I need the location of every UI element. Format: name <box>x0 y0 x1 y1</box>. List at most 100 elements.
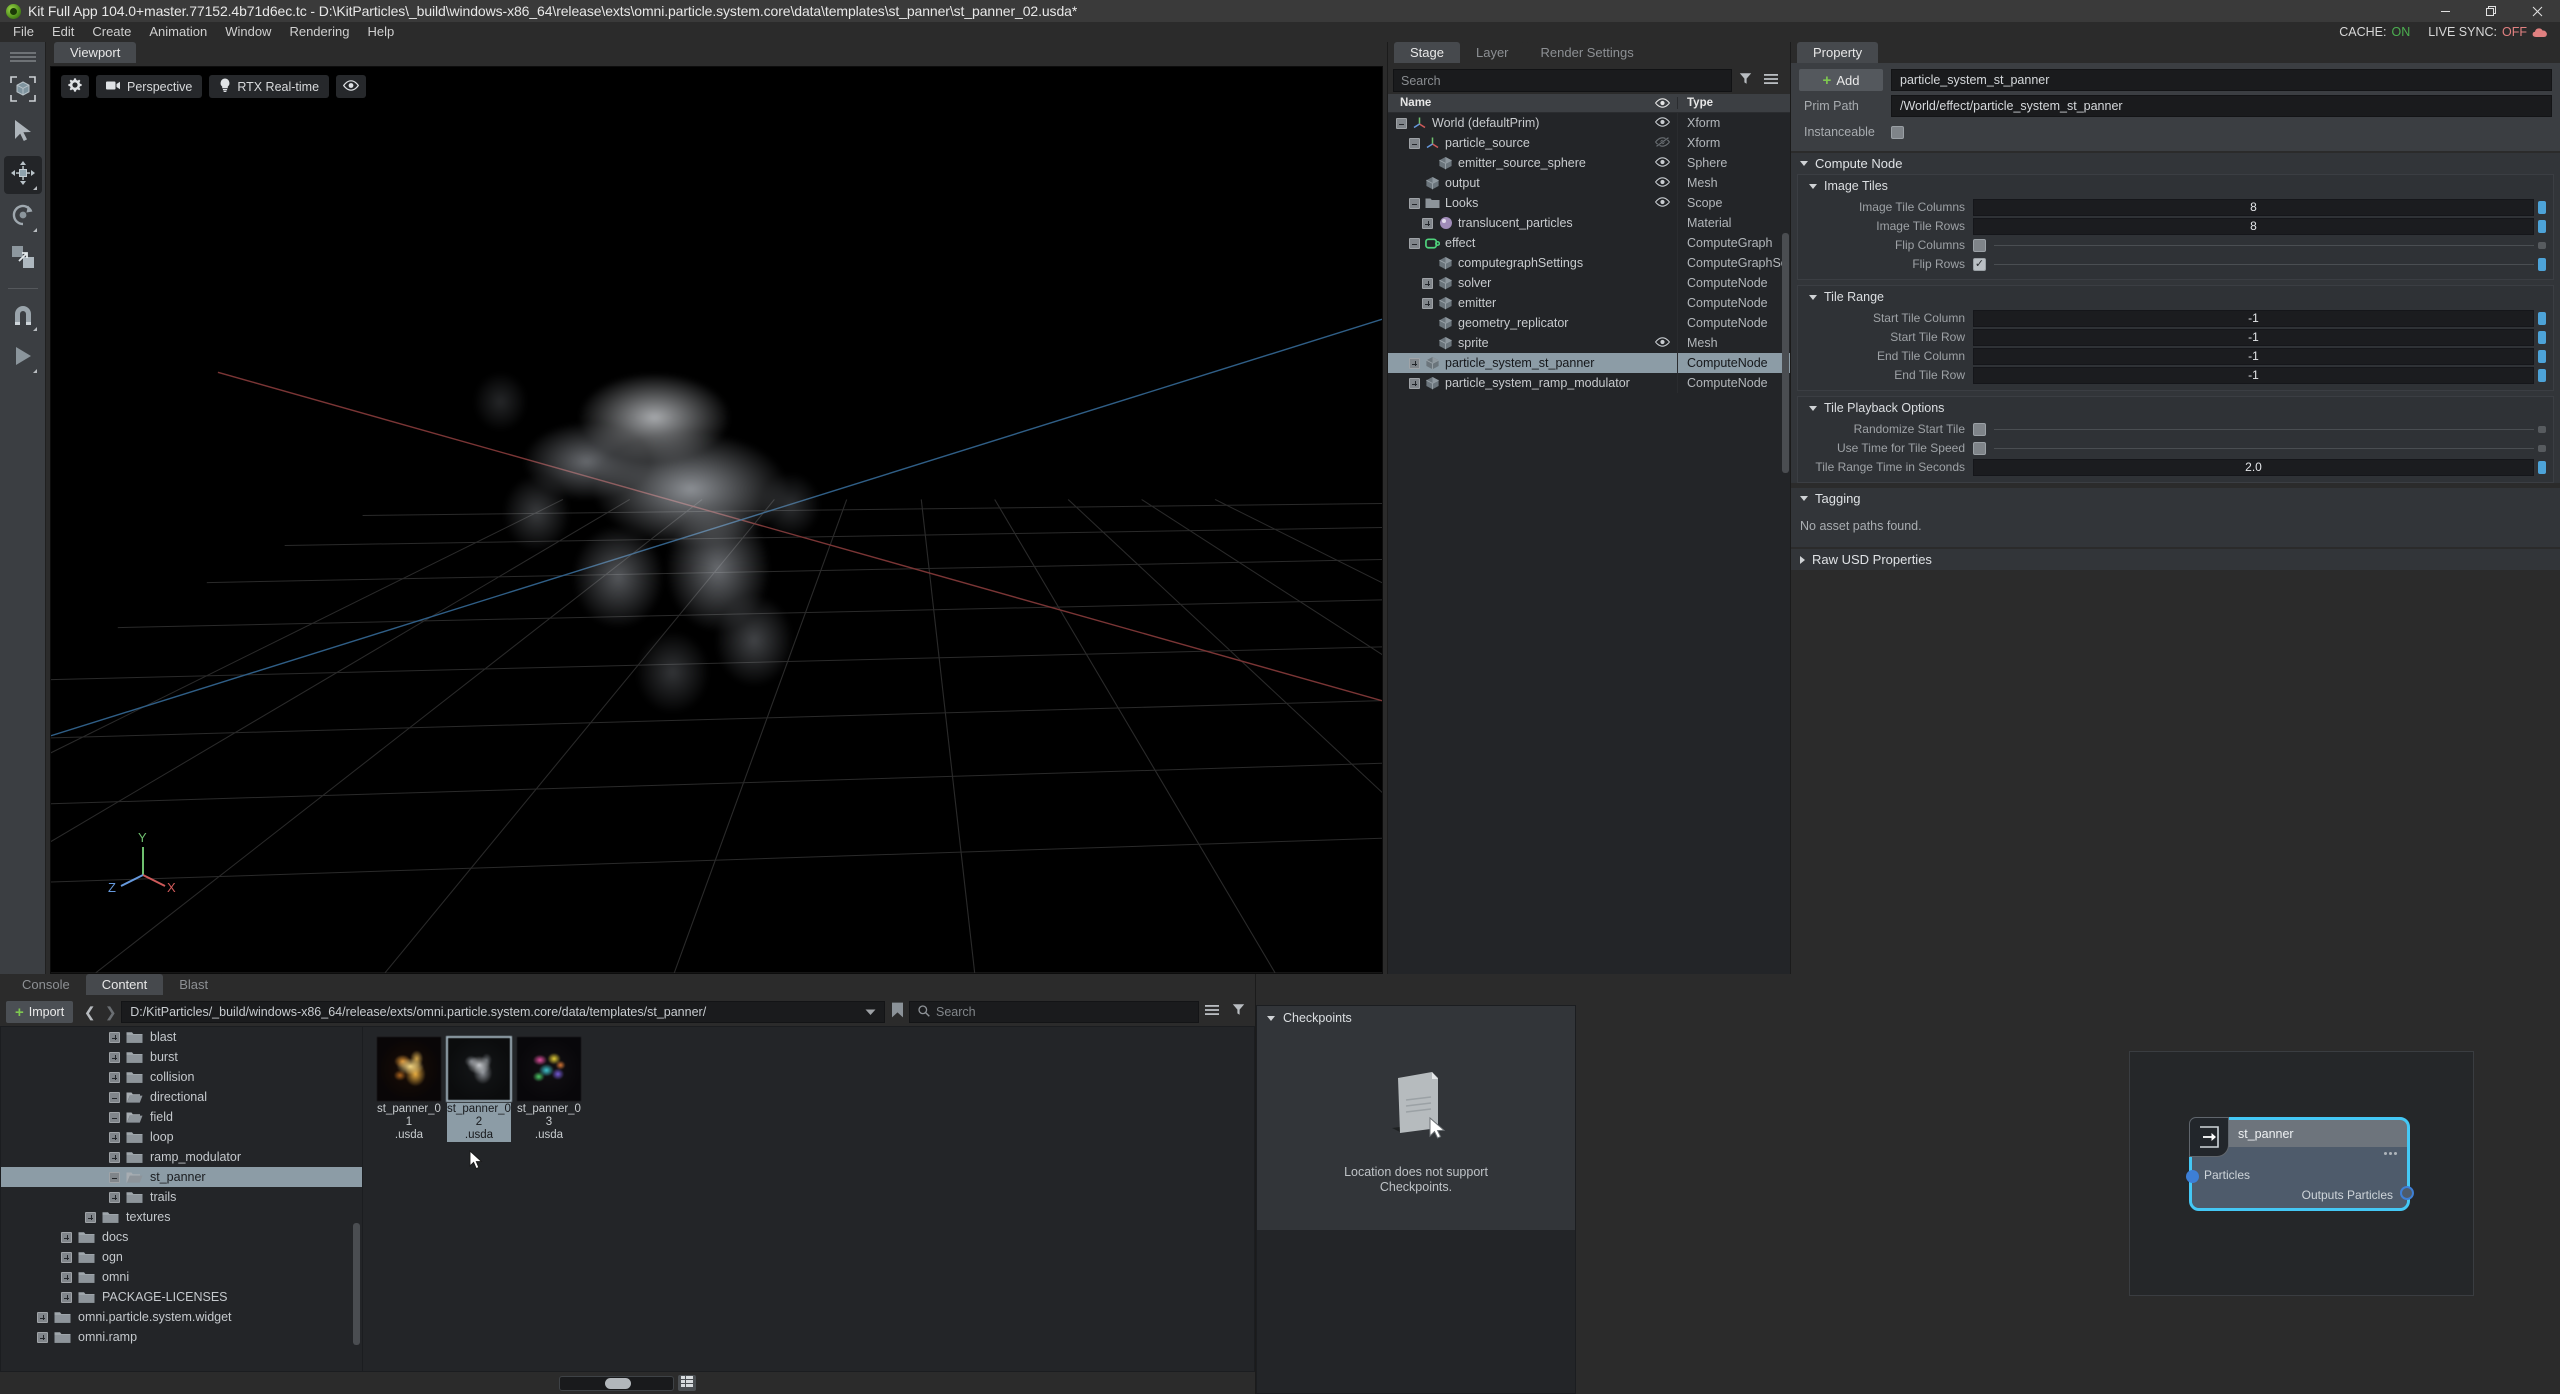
field-start-tile-row-input[interactable]: -1 <box>1973 328 2534 346</box>
expand-icon[interactable] <box>61 1291 72 1303</box>
tab-layer[interactable]: Layer <box>1459 42 1525 63</box>
expand-icon[interactable] <box>85 1211 96 1223</box>
folder-tree[interactable]: blast burst collision directional field loop r… <box>0 1026 363 1372</box>
section-header-tagging[interactable]: Tagging <box>1791 488 2560 509</box>
field-end-tile-column-input[interactable]: -1 <box>1973 347 2534 365</box>
thumbnail-st-panner-02[interactable]: st_panner_02 .usda <box>446 1036 512 1142</box>
select-bounds-tool[interactable] <box>4 72 42 110</box>
menu-animation[interactable]: Animation <box>140 22 216 42</box>
restore-button[interactable] <box>2468 0 2514 22</box>
stage-row-sprite[interactable]: sprite Mesh <box>1388 333 1790 353</box>
stage-search-input[interactable]: Search <box>1393 69 1732 92</box>
prim-name-input[interactable]: particle_system_st_panner <box>1891 69 2552 91</box>
stage-row-computegraphsettings[interactable]: computegraphSettings ComputeGraphSe <box>1388 253 1790 273</box>
folder-row-package-licenses[interactable]: PACKAGE-LICENSES <box>1 1287 362 1307</box>
tab-stage[interactable]: Stage <box>1394 42 1460 63</box>
stage-filter-button[interactable] <box>1732 69 1758 92</box>
property-sections[interactable]: Compute Node Image Tiles Image Tile Column… <box>1791 151 2560 974</box>
stage-scrollbar[interactable] <box>1782 233 1789 473</box>
prim-path-input[interactable]: /World/effect/particle_system_st_panner <box>1891 95 2552 117</box>
expand-icon[interactable] <box>109 1031 120 1043</box>
folder-row-omni-ramp[interactable]: omni.ramp <box>1 1327 362 1347</box>
stage-row-effect[interactable]: effect ComputeGraph <box>1388 233 1790 253</box>
expand-icon[interactable] <box>109 1131 120 1143</box>
content-search-input[interactable]: Search <box>909 1001 1199 1023</box>
field-flip-rows-override-indicator[interactable] <box>2538 257 2546 271</box>
ellipsis-icon[interactable] <box>2384 1152 2397 1155</box>
stage-tree[interactable]: World (defaultPrim) Xform particle_source X… <box>1388 113 1790 974</box>
field-flip-rows-checkbox[interactable]: ✓ <box>1973 257 1986 271</box>
field-image-tile-rows-input[interactable]: 8 <box>1973 217 2534 235</box>
folder-row-burst[interactable]: burst <box>1 1047 362 1067</box>
section-header-compute-node[interactable]: Compute Node <box>1791 153 2560 174</box>
stage-row-emitter[interactable]: emitter ComputeNode <box>1388 293 1790 313</box>
content-filter-button[interactable] <box>1225 1001 1251 1024</box>
minimize-button[interactable] <box>2422 0 2468 22</box>
field-randomize-start-tile-override-indicator[interactable] <box>2538 425 2546 433</box>
field-use-time-for-tile-speed-checkbox[interactable] <box>1973 441 1986 455</box>
import-button[interactable]: + Import <box>6 1001 74 1023</box>
rotate-tool[interactable] <box>4 198 42 236</box>
stage-row-visibility-toggle[interactable] <box>1647 136 1677 150</box>
chevron-down-icon[interactable] <box>865 1005 876 1019</box>
add-attribute-button[interactable]: + Add <box>1799 69 1883 91</box>
collapse-icon[interactable] <box>109 1111 120 1123</box>
output-port-particles[interactable] <box>2400 1186 2414 1200</box>
menu-edit[interactable]: Edit <box>43 22 83 42</box>
folder-row-ogn[interactable]: ogn <box>1 1247 362 1267</box>
stage-row-visibility-toggle[interactable] <box>1647 156 1677 170</box>
column-header-type[interactable]: Type <box>1677 97 1790 109</box>
menu-window[interactable]: Window <box>216 22 280 42</box>
collapse-icon[interactable] <box>1409 237 1420 249</box>
stage-row-translucent-particles[interactable]: translucent_particles Material <box>1388 213 1790 233</box>
snap-tool[interactable] <box>4 297 42 335</box>
folder-row-loop[interactable]: loop <box>1 1127 362 1147</box>
stage-row-emitter-source-sphere[interactable]: emitter_source_sphere Sphere <box>1388 153 1790 173</box>
tab-viewport[interactable]: Viewport <box>54 42 137 63</box>
expand-icon[interactable] <box>1422 217 1433 229</box>
thumbnail-grid[interactable]: st_panner_01 .usda st_panner_02 .usda st_pan… <box>363 1026 1255 1372</box>
expand-icon[interactable] <box>37 1331 48 1343</box>
slider-knob[interactable] <box>605 1377 631 1389</box>
scale-tool[interactable] <box>4 240 42 278</box>
collapse-icon[interactable] <box>109 1171 120 1183</box>
stage-row-output[interactable]: output Mesh <box>1388 173 1790 193</box>
thumbnail-st-panner-01[interactable]: st_panner_01 .usda <box>377 1037 441 1142</box>
menu-file[interactable]: File <box>4 22 43 42</box>
node-st-panner[interactable]: st_panner Particles Outputs Particles <box>2186 1117 2414 1211</box>
expand-icon[interactable] <box>109 1151 120 1163</box>
stage-row-visibility-toggle[interactable] <box>1647 116 1677 130</box>
folder-row-field[interactable]: field <box>1 1107 362 1127</box>
field-use-time-for-tile-speed-override-indicator[interactable] <box>2538 444 2546 452</box>
expand-icon[interactable] <box>61 1251 72 1263</box>
close-button[interactable] <box>2514 0 2560 22</box>
field-start-tile-column-override-indicator[interactable] <box>2538 311 2546 325</box>
field-end-tile-row-override-indicator[interactable] <box>2538 368 2546 382</box>
content-list-options-button[interactable] <box>1199 1001 1225 1024</box>
expand-icon[interactable] <box>1422 297 1433 309</box>
collapse-icon[interactable] <box>109 1091 120 1103</box>
field-flip-columns-checkbox[interactable] <box>1973 238 1986 252</box>
subsection-header-tile-playback-options[interactable]: Tile Playback Options <box>1798 397 2553 419</box>
field-end-tile-column-override-indicator[interactable] <box>2538 349 2546 363</box>
stage-row-world-defaultprim[interactable]: World (defaultPrim) Xform <box>1388 113 1790 133</box>
folder-row-ramp-modulator[interactable]: ramp_modulator <box>1 1147 362 1167</box>
camera-selector-button[interactable]: Perspective <box>96 75 203 98</box>
stage-row-particle-system-st-panner[interactable]: particle_system_st_panner ComputeNode <box>1388 353 1790 373</box>
field-image-tile-columns-input[interactable]: 8 <box>1973 198 2534 216</box>
field-start-tile-row-override-indicator[interactable] <box>2538 330 2546 344</box>
folder-row-st-panner[interactable]: st_panner <box>1 1167 362 1187</box>
field-image-tile-columns-override-indicator[interactable] <box>2538 200 2546 214</box>
column-header-visibility-icon[interactable] <box>1647 98 1677 108</box>
nav-back-button[interactable]: ❮ <box>79 1001 100 1023</box>
stage-row-solver[interactable]: solver ComputeNode <box>1388 273 1790 293</box>
menu-create[interactable]: Create <box>83 22 140 42</box>
tab-blast[interactable]: Blast <box>163 974 225 995</box>
menu-help[interactable]: Help <box>358 22 403 42</box>
section-header-raw-usd-properties[interactable]: Raw USD Properties <box>1791 549 2560 570</box>
stage-row-particle-source[interactable]: particle_source Xform <box>1388 133 1790 153</box>
folder-row-blast[interactable]: blast <box>1 1027 362 1047</box>
folder-row-directional[interactable]: directional <box>1 1087 362 1107</box>
folder-row-collision[interactable]: collision <box>1 1067 362 1087</box>
tab-render-settings[interactable]: Render Settings <box>1524 42 1650 63</box>
